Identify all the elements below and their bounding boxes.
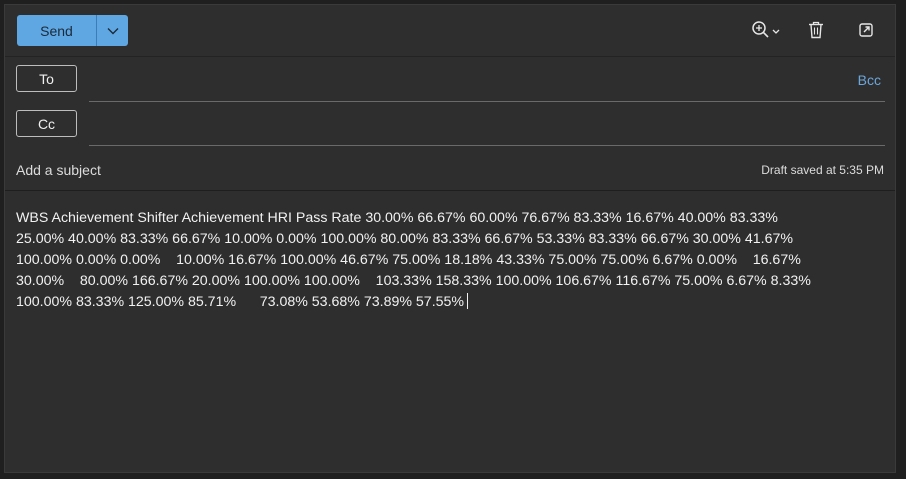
body-line: 25.00% 40.00% 83.33% 66.67% 10.00% 0.00%… <box>16 231 793 247</box>
subject-divider <box>5 190 895 191</box>
discard-button[interactable] <box>806 19 826 41</box>
draft-status: Draft saved at 5:35 PM <box>761 163 884 177</box>
zoom-button[interactable] <box>751 19 785 41</box>
subject-input[interactable]: Add a subject <box>16 159 736 181</box>
cc-button[interactable]: Cc <box>16 110 77 137</box>
body-line-text: 100.00% 83.33% 125.00% 85.71% 73.08% 53.… <box>16 294 465 310</box>
trash-icon <box>809 21 823 39</box>
message-body[interactable]: WBS Achievement Shifter Achievement HRI … <box>16 208 884 458</box>
send-options-button[interactable] <box>97 15 128 46</box>
cc-field[interactable] <box>89 120 885 146</box>
chevron-down-icon <box>107 27 118 34</box>
to-button[interactable]: To <box>16 65 77 92</box>
body-line: WBS Achievement Shifter Achievement HRI … <box>16 210 778 226</box>
compose-toolbar: Send <box>5 5 895 57</box>
body-line: 100.00% 83.33% 125.00% 85.71% 73.08% 53.… <box>16 292 884 313</box>
popout-icon <box>859 23 873 37</box>
body-line: 30.00% 80.00% 166.67% 20.00% 100.00% 100… <box>16 273 811 289</box>
popout-button[interactable] <box>856 19 876 41</box>
bcc-link[interactable]: Bcc <box>858 72 881 88</box>
to-field[interactable] <box>89 76 885 102</box>
send-button-group: Send <box>17 15 128 46</box>
compose-window: Send To Bcc Cc Add a subject Draft saved… <box>4 4 896 473</box>
zoom-icon <box>752 21 780 38</box>
text-cursor <box>467 293 469 309</box>
send-button[interactable]: Send <box>17 15 96 46</box>
body-line: 100.00% 0.00% 0.00% 10.00% 16.67% 100.00… <box>16 252 801 268</box>
